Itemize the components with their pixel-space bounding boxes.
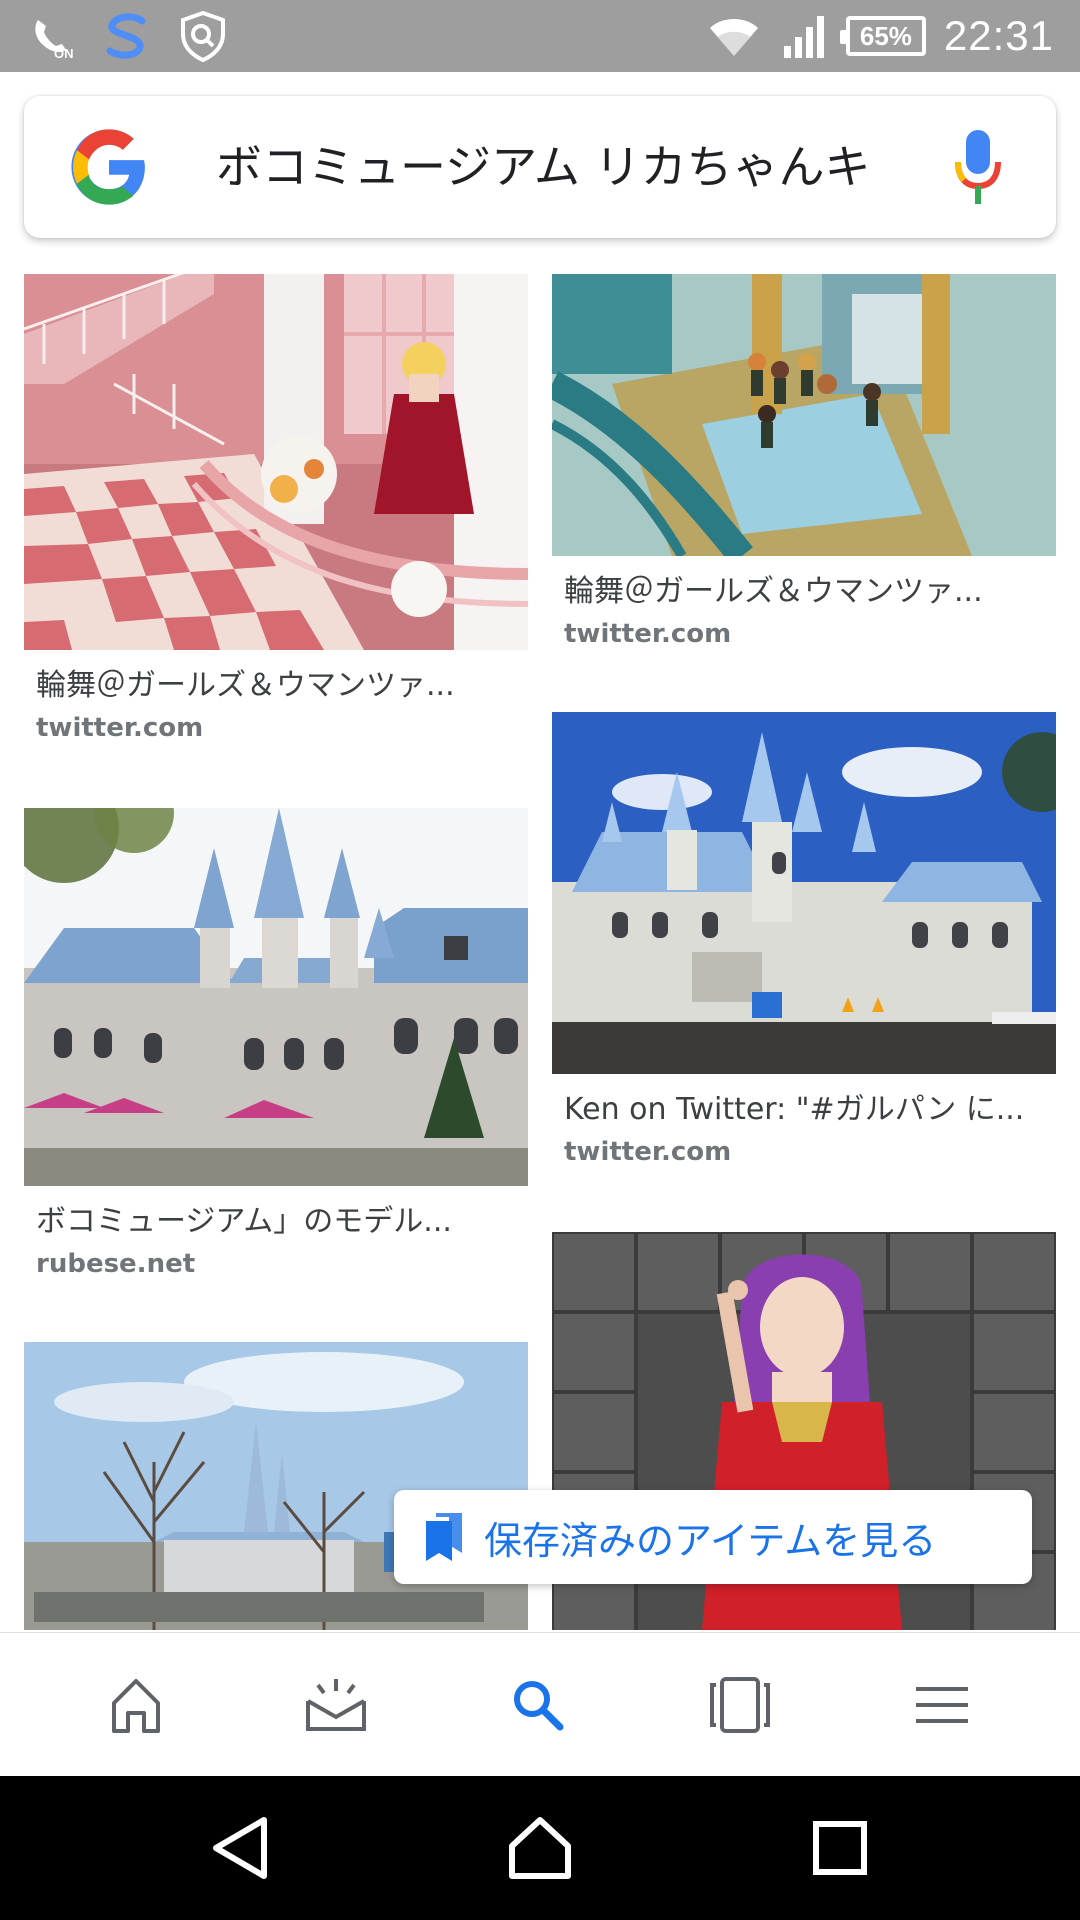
search-icon — [514, 1681, 564, 1731]
result-title[interactable]: Ken on Twitter: "#ガルパン に... — [564, 1088, 1044, 1132]
battery-percent: 65% — [859, 20, 912, 51]
nav-home-button[interactable] — [100, 1669, 172, 1741]
result-title[interactable]: 輪舞＠ガールズ＆ウマンツァ... — [564, 570, 1044, 614]
nav-tabs-button[interactable] — [704, 1669, 776, 1741]
shield-search-icon — [181, 10, 225, 62]
nav-menu-button[interactable] — [906, 1669, 978, 1741]
tabs-icon — [710, 1677, 770, 1733]
saved-items-button[interactable]: 保存済みのアイテムを見る — [394, 1490, 1032, 1584]
result-caption[interactable]: ボコミュージアム」のモデル... rubese.net — [24, 1186, 528, 1284]
result-source[interactable]: rubese.net — [36, 1244, 516, 1284]
svg-text:ON: ON — [54, 46, 74, 60]
result-source[interactable]: twitter.com — [36, 708, 516, 748]
result-source[interactable]: twitter.com — [564, 614, 1044, 654]
result-source[interactable]: twitter.com — [564, 1132, 1044, 1172]
volte-on-icon: ON — [35, 20, 74, 60]
image-results: 輪舞＠ガールズ＆ウマンツァ... twitter.com ボコミュージアム」のモ… — [0, 270, 1080, 1630]
s-app-icon — [106, 13, 146, 59]
search-input[interactable]: ボコミュージアム リカちゃんキ — [216, 132, 900, 202]
result-caption[interactable]: Ken on Twitter: "#ガルパン に... twitter.com — [552, 1074, 1056, 1172]
result-card[interactable]: ボコミュージアム」のモデル... rubese.net — [24, 808, 528, 1284]
clock: 22:31 — [943, 12, 1054, 59]
updates-icon — [306, 1679, 366, 1731]
result-image-pink-lobby[interactable] — [24, 274, 528, 650]
back-icon[interactable] — [206, 1812, 278, 1884]
home-circle-icon[interactable] — [504, 1812, 576, 1884]
status-left-icons: ON — [28, 10, 228, 62]
result-caption[interactable]: 輪舞＠ガールズ＆ウマンツァ... twitter.com — [552, 556, 1056, 654]
search-bar[interactable]: ボコミュージアム リカちゃんキ — [24, 96, 1056, 238]
result-card[interactable]: 輪舞＠ガールズ＆ウマンツァ... twitter.com — [552, 274, 1056, 654]
result-title[interactable]: 輪舞＠ガールズ＆ウマンツァ... — [36, 664, 516, 708]
result-title[interactable]: ボコミュージアム」のモデル... — [36, 1200, 516, 1244]
status-right-icons: 65% 22:31 — [706, 8, 1054, 64]
result-image-blue-castle[interactable] — [24, 808, 528, 1186]
menu-icon — [916, 1687, 968, 1723]
saved-items-label: 保存済みのアイテムを見る — [484, 1518, 937, 1563]
result-caption[interactable]: 輪舞＠ガールズ＆ウマンツァ... twitter.com — [24, 650, 528, 748]
result-card[interactable] — [24, 1342, 528, 1630]
google-g-logo[interactable] — [68, 126, 150, 208]
app-bottom-nav — [0, 1632, 1080, 1776]
nav-search-button[interactable] — [502, 1669, 574, 1741]
result-image-anime-lobby[interactable] — [552, 274, 1056, 556]
result-card[interactable]: Ken on Twitter: "#ガルパン に... twitter.com — [552, 712, 1056, 1172]
signal-icon — [783, 16, 824, 58]
result-image-white-castle[interactable] — [552, 712, 1056, 1074]
system-nav-bar — [0, 1776, 1080, 1920]
bookmark-icon — [426, 1513, 462, 1561]
result-card[interactable]: 輪舞＠ガールズ＆ウマンツァ... twitter.com — [24, 274, 528, 748]
wifi-icon — [709, 19, 758, 56]
mic-icon[interactable] — [954, 130, 1002, 206]
nav-updates-button[interactable] — [300, 1669, 372, 1741]
result-image-castle-trees[interactable] — [24, 1342, 528, 1630]
battery-icon: 65% — [839, 16, 926, 56]
recents-icon[interactable] — [804, 1812, 876, 1884]
status-bar: ON 65% 22:31 — [0, 0, 1080, 72]
home-icon — [112, 1679, 160, 1733]
